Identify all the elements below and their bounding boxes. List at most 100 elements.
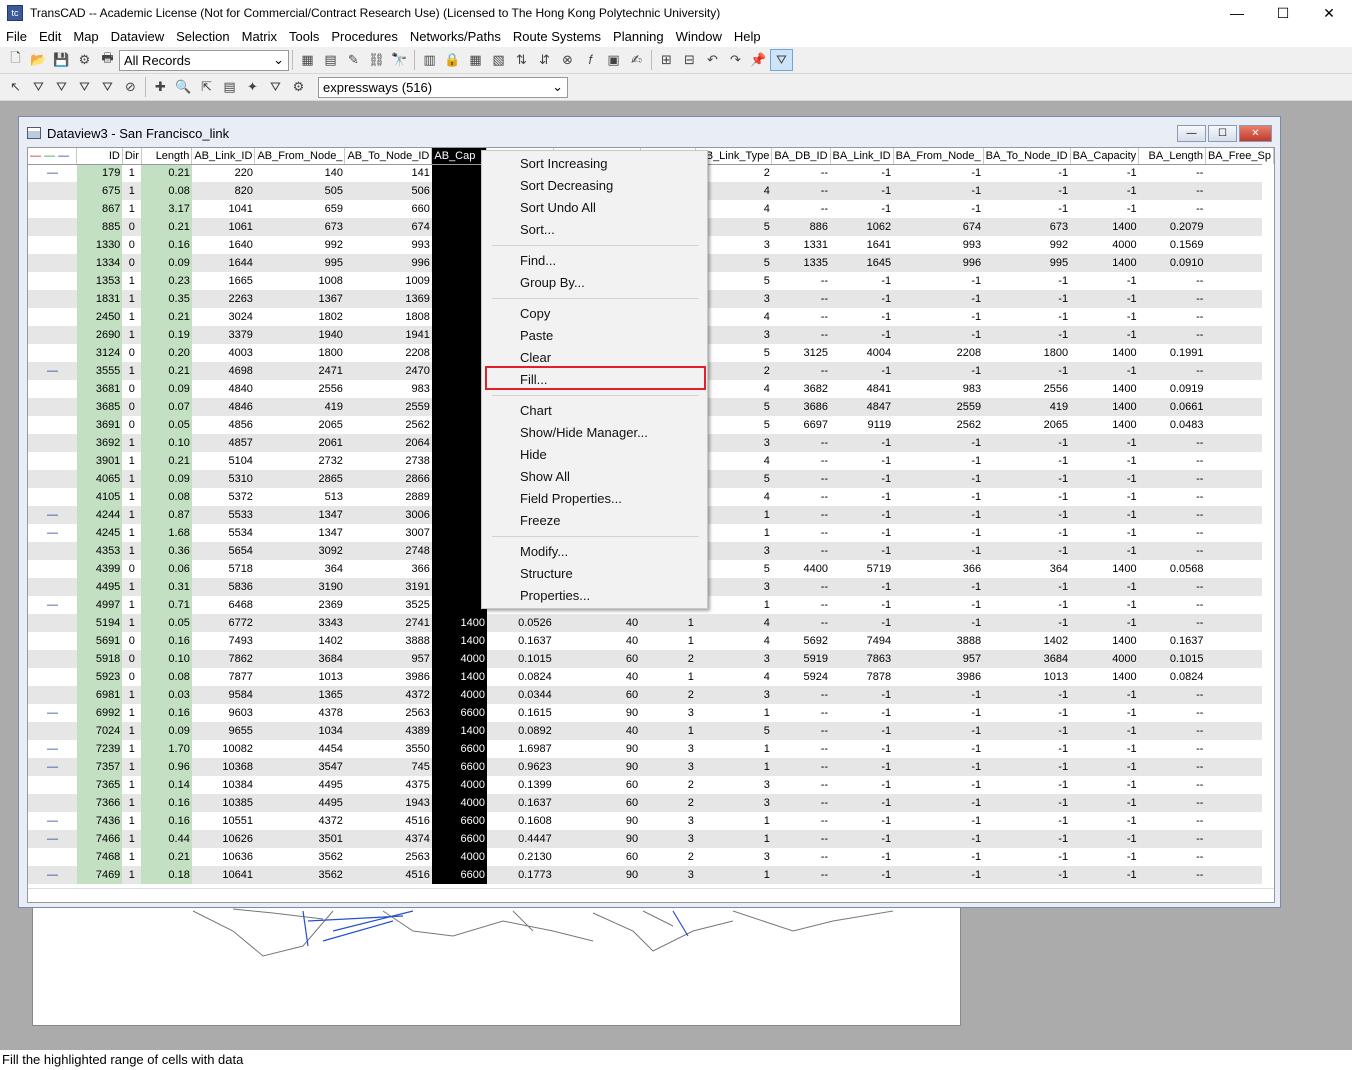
table-row[interactable]: — 7436 1 0.16 10551 4372 4516 6600 0.1608 90 3 1 -- -… bbox=[28, 812, 1274, 830]
add-icon[interactable]: ⊞ bbox=[655, 49, 678, 71]
layer-select[interactable]: expressways (516) ⌄ bbox=[318, 76, 568, 98]
table-row[interactable]: 5923 0 0.08 7877 1013 3986 1400 0.0824 40 1 4 5924 7… bbox=[28, 668, 1274, 686]
edit-table-icon[interactable]: ✍ bbox=[625, 49, 648, 71]
delete-field-icon[interactable]: ⊗ bbox=[556, 49, 579, 71]
undo-icon[interactable]: ↶ bbox=[701, 49, 724, 71]
open-icon[interactable]: 📂 bbox=[27, 49, 50, 71]
column-header-ba-free-sp[interactable]: BA_Free_Sp bbox=[1205, 148, 1274, 165]
print-icon[interactable]: 🖶 bbox=[96, 49, 119, 71]
select-filter-icon[interactable]: ⛛ bbox=[27, 76, 50, 98]
context-menu-item-fill[interactable]: Fill... bbox=[520, 372, 547, 387]
column-header-ba-length[interactable]: BA_Length bbox=[1138, 148, 1206, 165]
table-row[interactable]: 6981 1 0.03 9584 1365 4372 4000 0.0344 60 2 3 -- -1-… bbox=[28, 686, 1274, 704]
menu-tools[interactable]: Tools bbox=[283, 29, 325, 44]
column-header-ab-from-node-[interactable]: AB_From_Node_ bbox=[254, 148, 346, 165]
vertical-scrollbar[interactable] bbox=[1262, 164, 1274, 884]
select-pointer-icon[interactable]: ↖ bbox=[4, 76, 27, 98]
grid-settings-icon[interactable]: ▦ bbox=[464, 49, 487, 71]
context-menu-item-sort-undo-all[interactable]: Sort Undo All bbox=[520, 200, 596, 215]
select-filter3-icon[interactable]: ⛛ bbox=[73, 76, 96, 98]
map-window[interactable] bbox=[32, 900, 961, 1026]
table-row[interactable]: 5691 0 0.16 7493 1402 3888 1400 0.1637 40 1 4 5692 7… bbox=[28, 632, 1274, 650]
close-button[interactable]: ✕ bbox=[1306, 0, 1352, 26]
select-tool-icon[interactable]: ✦ bbox=[241, 76, 264, 98]
table-row[interactable]: 5918 0 0.10 7862 3684 957 4000 0.1015 60 2 3 5919 78… bbox=[28, 650, 1274, 668]
context-menu-item-clear[interactable]: Clear bbox=[520, 350, 551, 365]
menu-map[interactable]: Map bbox=[67, 29, 104, 44]
sort-descending-icon[interactable]: ⇵ bbox=[533, 49, 556, 71]
menu-procedures[interactable]: Procedures bbox=[325, 29, 403, 44]
layout-icon[interactable]: ▤ bbox=[319, 49, 342, 71]
column-header-ba-link-id[interactable]: BA_Link_ID bbox=[830, 148, 894, 165]
table-row[interactable]: 7468 1 0.21 10636 3562 2563 4000 0.2130 60 2 3 -- -1… bbox=[28, 848, 1274, 866]
context-menu-item-sort[interactable]: Sort... bbox=[520, 222, 555, 237]
column-header-id[interactable]: ID bbox=[76, 148, 123, 165]
context-menu-item-modify[interactable]: Modify... bbox=[520, 544, 568, 559]
dataview-minimize-button[interactable]: — bbox=[1177, 125, 1206, 142]
search-icon[interactable]: 🔍 bbox=[172, 76, 195, 98]
sort-ascending-icon[interactable]: ⇅ bbox=[510, 49, 533, 71]
find-icon[interactable]: 🔭 bbox=[388, 49, 411, 71]
table-row[interactable]: 7024 1 0.09 9655 1034 4389 1400 0.0892 40 1 5 -- -1-… bbox=[28, 722, 1274, 740]
settings-icon[interactable]: ⚙ bbox=[73, 49, 96, 71]
context-menu-item-structure[interactable]: Structure bbox=[520, 566, 573, 581]
context-menu-item-group-by[interactable]: Group By... bbox=[520, 275, 585, 290]
record-set-select[interactable]: All Records ⌄ bbox=[119, 49, 289, 71]
column-header-ba-to-node-id[interactable]: BA_To_Node_ID bbox=[983, 148, 1071, 165]
dataview-close-button[interactable]: ✕ bbox=[1239, 125, 1272, 142]
table-row[interactable]: —7466 1 0.44 10626 3501 4374 6600 0.4447 90 3 1 -- -… bbox=[28, 830, 1274, 848]
menu-planning[interactable]: Planning bbox=[607, 29, 670, 44]
select-set-icon[interactable]: ▤ bbox=[218, 76, 241, 98]
column-header-ba-from-node-[interactable]: BA_From_Node_ bbox=[893, 148, 984, 165]
table-icon[interactable]: ▥ bbox=[418, 49, 441, 71]
column-header-ab-link-id[interactable]: AB_Link_ID bbox=[191, 148, 256, 165]
add-selection-icon[interactable]: ✚ bbox=[149, 76, 172, 98]
column-header-dir[interactable]: Dir bbox=[122, 148, 142, 165]
remove-icon[interactable]: ⊟ bbox=[678, 49, 701, 71]
table-row[interactable]: — 6992 1 0.16 9603 4378 2563 6600 0.1615 90 3 1 -- -1… bbox=[28, 704, 1274, 722]
context-menu-item-copy[interactable]: Copy bbox=[520, 306, 550, 321]
edit-icon[interactable]: ✎ bbox=[342, 49, 365, 71]
fill-icon[interactable]: ▣ bbox=[602, 49, 625, 71]
column-header-ab-to-node-id[interactable]: AB_To_Node_ID bbox=[344, 148, 433, 165]
lock-icon[interactable]: 🔒 bbox=[441, 49, 464, 71]
table-row[interactable]: 5194 1 0.05 6772 3343 2741 1400 0.0526 40 1 4 -- -1-… bbox=[28, 614, 1274, 632]
link-icon[interactable]: ⛓ bbox=[365, 49, 388, 71]
select-filter2-icon[interactable]: ⛛ bbox=[50, 76, 73, 98]
dataview-icon[interactable]: ▦ bbox=[296, 49, 319, 71]
context-menu-item-show-all[interactable]: Show All bbox=[520, 469, 570, 484]
grid-settings2-icon[interactable]: ▧ bbox=[487, 49, 510, 71]
save-icon[interactable]: 💾 bbox=[50, 49, 73, 71]
new-icon[interactable]: 🗋 bbox=[4, 49, 27, 71]
context-menu-item-freeze[interactable]: Freeze bbox=[520, 513, 560, 528]
column-header-ab-cap[interactable]: AB_Cap bbox=[431, 148, 488, 165]
menu-networks-paths[interactable]: Networks/Paths bbox=[404, 29, 507, 44]
table-row[interactable]: 7365 1 0.14 10384 4495 4375 4000 0.1399 60 2 3 -- -1… bbox=[28, 776, 1274, 794]
menu-help[interactable]: Help bbox=[728, 29, 767, 44]
menu-route-systems[interactable]: Route Systems bbox=[507, 29, 607, 44]
menu-selection[interactable]: Selection bbox=[170, 29, 235, 44]
context-menu-item-paste[interactable]: Paste bbox=[520, 328, 553, 343]
query-icon[interactable]: ⛛ bbox=[264, 76, 287, 98]
column-header-ba-db-id[interactable]: BA_DB_ID bbox=[771, 148, 831, 165]
menu-matrix[interactable]: Matrix bbox=[236, 29, 283, 44]
pin-icon[interactable]: 📌 bbox=[747, 49, 770, 71]
filter-icon[interactable]: ⛛ bbox=[770, 49, 793, 71]
dataview-restore-button[interactable]: ☐ bbox=[1208, 125, 1237, 142]
context-menu-item-field-properties[interactable]: Field Properties... bbox=[520, 491, 622, 506]
horizontal-scrollbar[interactable] bbox=[28, 888, 1274, 902]
context-menu-item-hide[interactable]: Hide bbox=[520, 447, 547, 462]
table-row[interactable]: 7366 1 0.16 10385 4495 1943 4000 0.1637 60 2 3 -- -1… bbox=[28, 794, 1274, 812]
menu-file[interactable]: File bbox=[0, 29, 33, 44]
select-formula-icon[interactable]: ⛛ bbox=[96, 76, 119, 98]
table-row[interactable]: — 7239 1 1.70 10082 4454 3550 6600 1.6987 90 3 1 -- -… bbox=[28, 740, 1274, 758]
column-header-style[interactable]: — — — bbox=[28, 148, 78, 165]
maximize-button[interactable]: ☐ bbox=[1260, 0, 1306, 26]
menu-edit[interactable]: Edit bbox=[33, 29, 67, 44]
clear-selection-icon[interactable]: ⊘ bbox=[119, 76, 142, 98]
context-menu-item-sort-increasing[interactable]: Sort Increasing bbox=[520, 156, 607, 171]
column-header-ba-capacity[interactable]: BA_Capacity bbox=[1070, 148, 1140, 165]
settings-filter-icon[interactable]: ⚙ bbox=[287, 76, 310, 98]
table-row[interactable]: —7357 1 0.96 10368 3547 745 6600 0.9623 90 3 1 -- -1… bbox=[28, 758, 1274, 776]
context-menu-item-sort-decreasing[interactable]: Sort Decreasing bbox=[520, 178, 613, 193]
